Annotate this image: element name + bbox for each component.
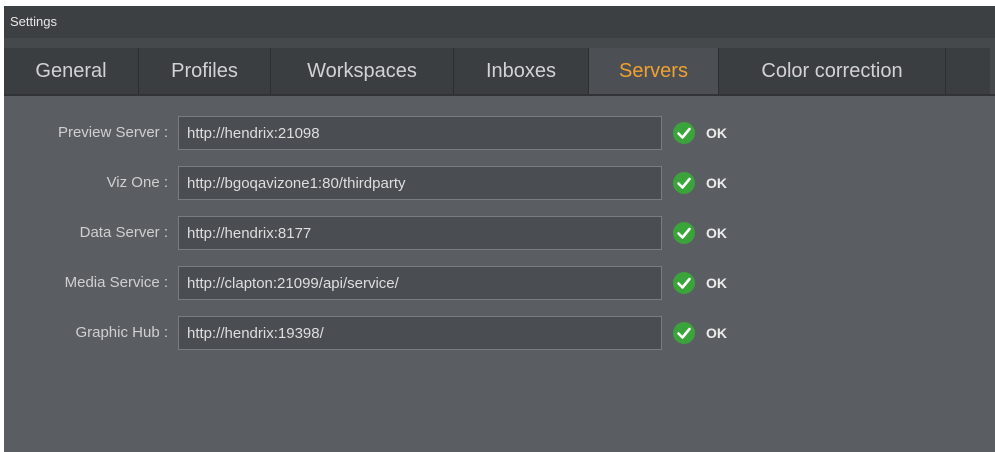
preview-server-label: Preview Server : — [57, 124, 168, 141]
server-row-media-service: Media Service : OK — [4, 266, 995, 316]
viz-one-field[interactable] — [178, 166, 662, 200]
tab-workspaces[interactable]: Workspaces — [271, 48, 454, 94]
viz-one-label: Viz One : — [106, 174, 168, 191]
check-circle-icon — [673, 322, 695, 344]
check-circle-icon — [673, 272, 695, 294]
tab-inboxes[interactable]: Inboxes — [454, 48, 589, 94]
tab-bar-filler — [946, 48, 990, 94]
check-circle-icon — [673, 172, 695, 194]
media-service-label: Media Service : — [64, 274, 168, 291]
tab-color-correction[interactable]: Color correction — [719, 48, 946, 94]
server-row-viz-one: Viz One : OK — [4, 166, 995, 216]
media-service-field[interactable] — [178, 266, 662, 300]
window-title: Settings — [4, 6, 995, 38]
tab-general[interactable]: General — [4, 48, 139, 94]
data-server-field[interactable] — [178, 216, 662, 250]
status-text: OK — [706, 175, 727, 191]
graphic-hub-label: Graphic Hub : — [75, 324, 168, 341]
check-circle-icon — [673, 122, 695, 144]
servers-form: Preview Server : OK Viz One : OK Data Se… — [4, 96, 995, 366]
tab-bar: General Profiles Workspaces Inboxes Serv… — [4, 38, 995, 96]
server-row-graphic-hub: Graphic Hub : OK — [4, 316, 995, 366]
graphic-hub-field[interactable] — [178, 316, 662, 350]
tab-profiles[interactable]: Profiles — [139, 48, 271, 94]
status-text: OK — [706, 325, 727, 341]
settings-window: Settings General Profiles Workspaces Inb… — [4, 6, 995, 452]
server-row-preview: Preview Server : OK — [4, 116, 995, 166]
status-text: OK — [706, 225, 727, 241]
tab-servers[interactable]: Servers — [589, 48, 719, 94]
status-text: OK — [706, 125, 727, 141]
data-server-label: Data Server : — [79, 224, 168, 241]
preview-server-field[interactable] — [178, 116, 662, 150]
check-circle-icon — [673, 222, 695, 244]
status-text: OK — [706, 275, 727, 291]
server-row-data-server: Data Server : OK — [4, 216, 995, 266]
